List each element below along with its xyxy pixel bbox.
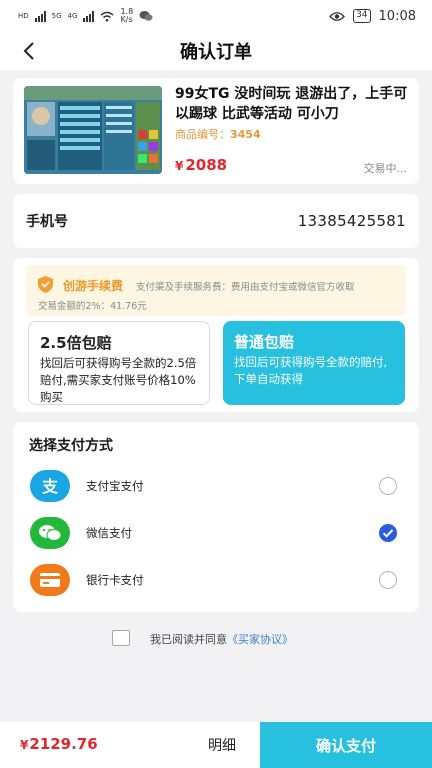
battery-indicator: 34 xyxy=(353,9,371,23)
option-description: 找回后可获得购号全款的赔付,下单自动获得 xyxy=(234,355,388,386)
wechat-notification-icon xyxy=(139,11,153,21)
compensation-option-standard[interactable]: 普通包赔 找回后可获得购号全款的赔付,下单自动获得 xyxy=(223,321,405,405)
signal-5g-icon xyxy=(34,10,46,22)
agreement-label: 我已阅读并同意 xyxy=(150,633,227,646)
trade-status: 交易中... xyxy=(363,162,408,175)
product-code-label: 商品编号： xyxy=(175,128,230,141)
radio-button-checked[interactable] xyxy=(379,524,397,542)
product-title: 99女TG 没时间玩 退游出了，上手可以踢球 比武等活动 可小刀 xyxy=(175,86,408,122)
alipay-icon: 支 xyxy=(30,470,70,502)
payment-label: 微信支付 xyxy=(86,526,132,540)
payment-card: 选择支付方式 支 支付宝支付 微信支付 银行卡支付 xyxy=(13,422,419,612)
back-button[interactable] xyxy=(14,36,44,66)
phone-card: 手机号 13385425581 xyxy=(13,194,419,248)
payment-option-alipay[interactable]: 支 支付宝支付 xyxy=(13,466,419,510)
header: 确认订单 xyxy=(0,32,432,70)
agreement-checkbox[interactable] xyxy=(112,630,130,646)
product-card[interactable]: 99女TG 没时间玩 退游出了，上手可以踢球 比武等活动 可小刀 商品编号：34… xyxy=(13,78,419,184)
phone-label: 手机号 xyxy=(26,214,68,230)
hd-indicator: HD xyxy=(18,11,29,20)
phone-value: 13385425581 xyxy=(297,212,406,230)
payment-option-wechat[interactable]: 微信支付 xyxy=(13,513,419,557)
confirm-payment-button[interactable]: 确认支付 xyxy=(260,722,432,768)
fee-notice: 创游手续费 支付渠及手续服务费：费用由支付宝或微信官方收取 交易金额的2%：41… xyxy=(26,265,406,316)
check-icon xyxy=(382,529,394,538)
eye-icon xyxy=(329,11,345,21)
bank-card-icon xyxy=(30,564,70,596)
option-title: 2.5倍包赔 xyxy=(40,334,112,352)
price-currency: ¥ xyxy=(175,159,184,173)
payment-option-bank-card[interactable]: 银行卡支付 xyxy=(13,560,419,604)
clock: 10:08 xyxy=(378,8,416,24)
price-value: 2088 xyxy=(185,156,228,174)
total-currency: ¥ xyxy=(20,738,29,752)
product-thumbnail[interactable] xyxy=(24,86,162,174)
fee-card: 创游手续费 支付渠及手续服务费：费用由支付宝或微信官方收取 交易金额的2%：41… xyxy=(13,258,419,412)
wechat-icon xyxy=(30,517,70,549)
status-left: HD 5G 4G 1.8 K/s xyxy=(18,8,153,24)
fee-title: 创游手续费 xyxy=(63,279,124,293)
status-bar: HD 5G 4G 1.8 K/s 34 10:08 xyxy=(0,0,432,32)
payment-label: 支付宝支付 xyxy=(86,479,144,493)
radio-button[interactable] xyxy=(379,571,397,589)
page-title: 确认订单 xyxy=(180,42,252,63)
fee-description: 支付渠及手续服务费：费用由支付宝或微信官方收取 xyxy=(136,282,355,293)
total-price: ¥2129.76 xyxy=(20,735,98,753)
agreement-row: 我已阅读并同意《买家协议》 xyxy=(0,628,432,648)
buyer-agreement-link[interactable]: 《买家协议》 xyxy=(227,633,293,646)
product-price: ¥2088 xyxy=(175,156,227,174)
total-value: 2129.76 xyxy=(29,735,98,753)
game-screenshot-image xyxy=(24,86,162,174)
product-code: 商品编号：3454 xyxy=(175,126,261,142)
chevron-left-icon xyxy=(23,42,34,60)
svg-text:支: 支 xyxy=(41,477,59,496)
product-code-value: 3454 xyxy=(230,128,261,141)
radio-button[interactable] xyxy=(379,477,397,495)
wifi-icon xyxy=(100,11,114,22)
network-4g-label: 4G xyxy=(67,11,78,20)
signal-4g-icon xyxy=(83,10,95,22)
network-speed: 1.8 K/s xyxy=(120,8,133,24)
fee-amount: 交易金额的2%：41.76元 xyxy=(38,301,147,312)
option-description: 找回后可获得购号全款的2.5倍赔付,需买家支付账号价格10%购买 xyxy=(40,356,197,404)
agreement-text: 我已阅读并同意《买家协议》 xyxy=(150,631,293,647)
payment-label: 银行卡支付 xyxy=(86,573,144,587)
speed-unit: K/s xyxy=(120,15,133,24)
shield-icon xyxy=(38,276,53,293)
option-title: 普通包赔 xyxy=(234,333,295,351)
bottom-bar: ¥2129.76 明细 确认支付 xyxy=(0,722,432,768)
compensation-option-2-5x[interactable]: 2.5倍包赔 找回后可获得购号全款的2.5倍赔付,需买家支付账号价格10%购买 xyxy=(28,321,210,405)
detail-button[interactable]: 明细 xyxy=(208,735,236,755)
payment-heading: 选择支付方式 xyxy=(29,438,113,454)
status-right: 34 10:08 xyxy=(329,9,416,24)
network-5g-label: 5G xyxy=(51,11,62,20)
